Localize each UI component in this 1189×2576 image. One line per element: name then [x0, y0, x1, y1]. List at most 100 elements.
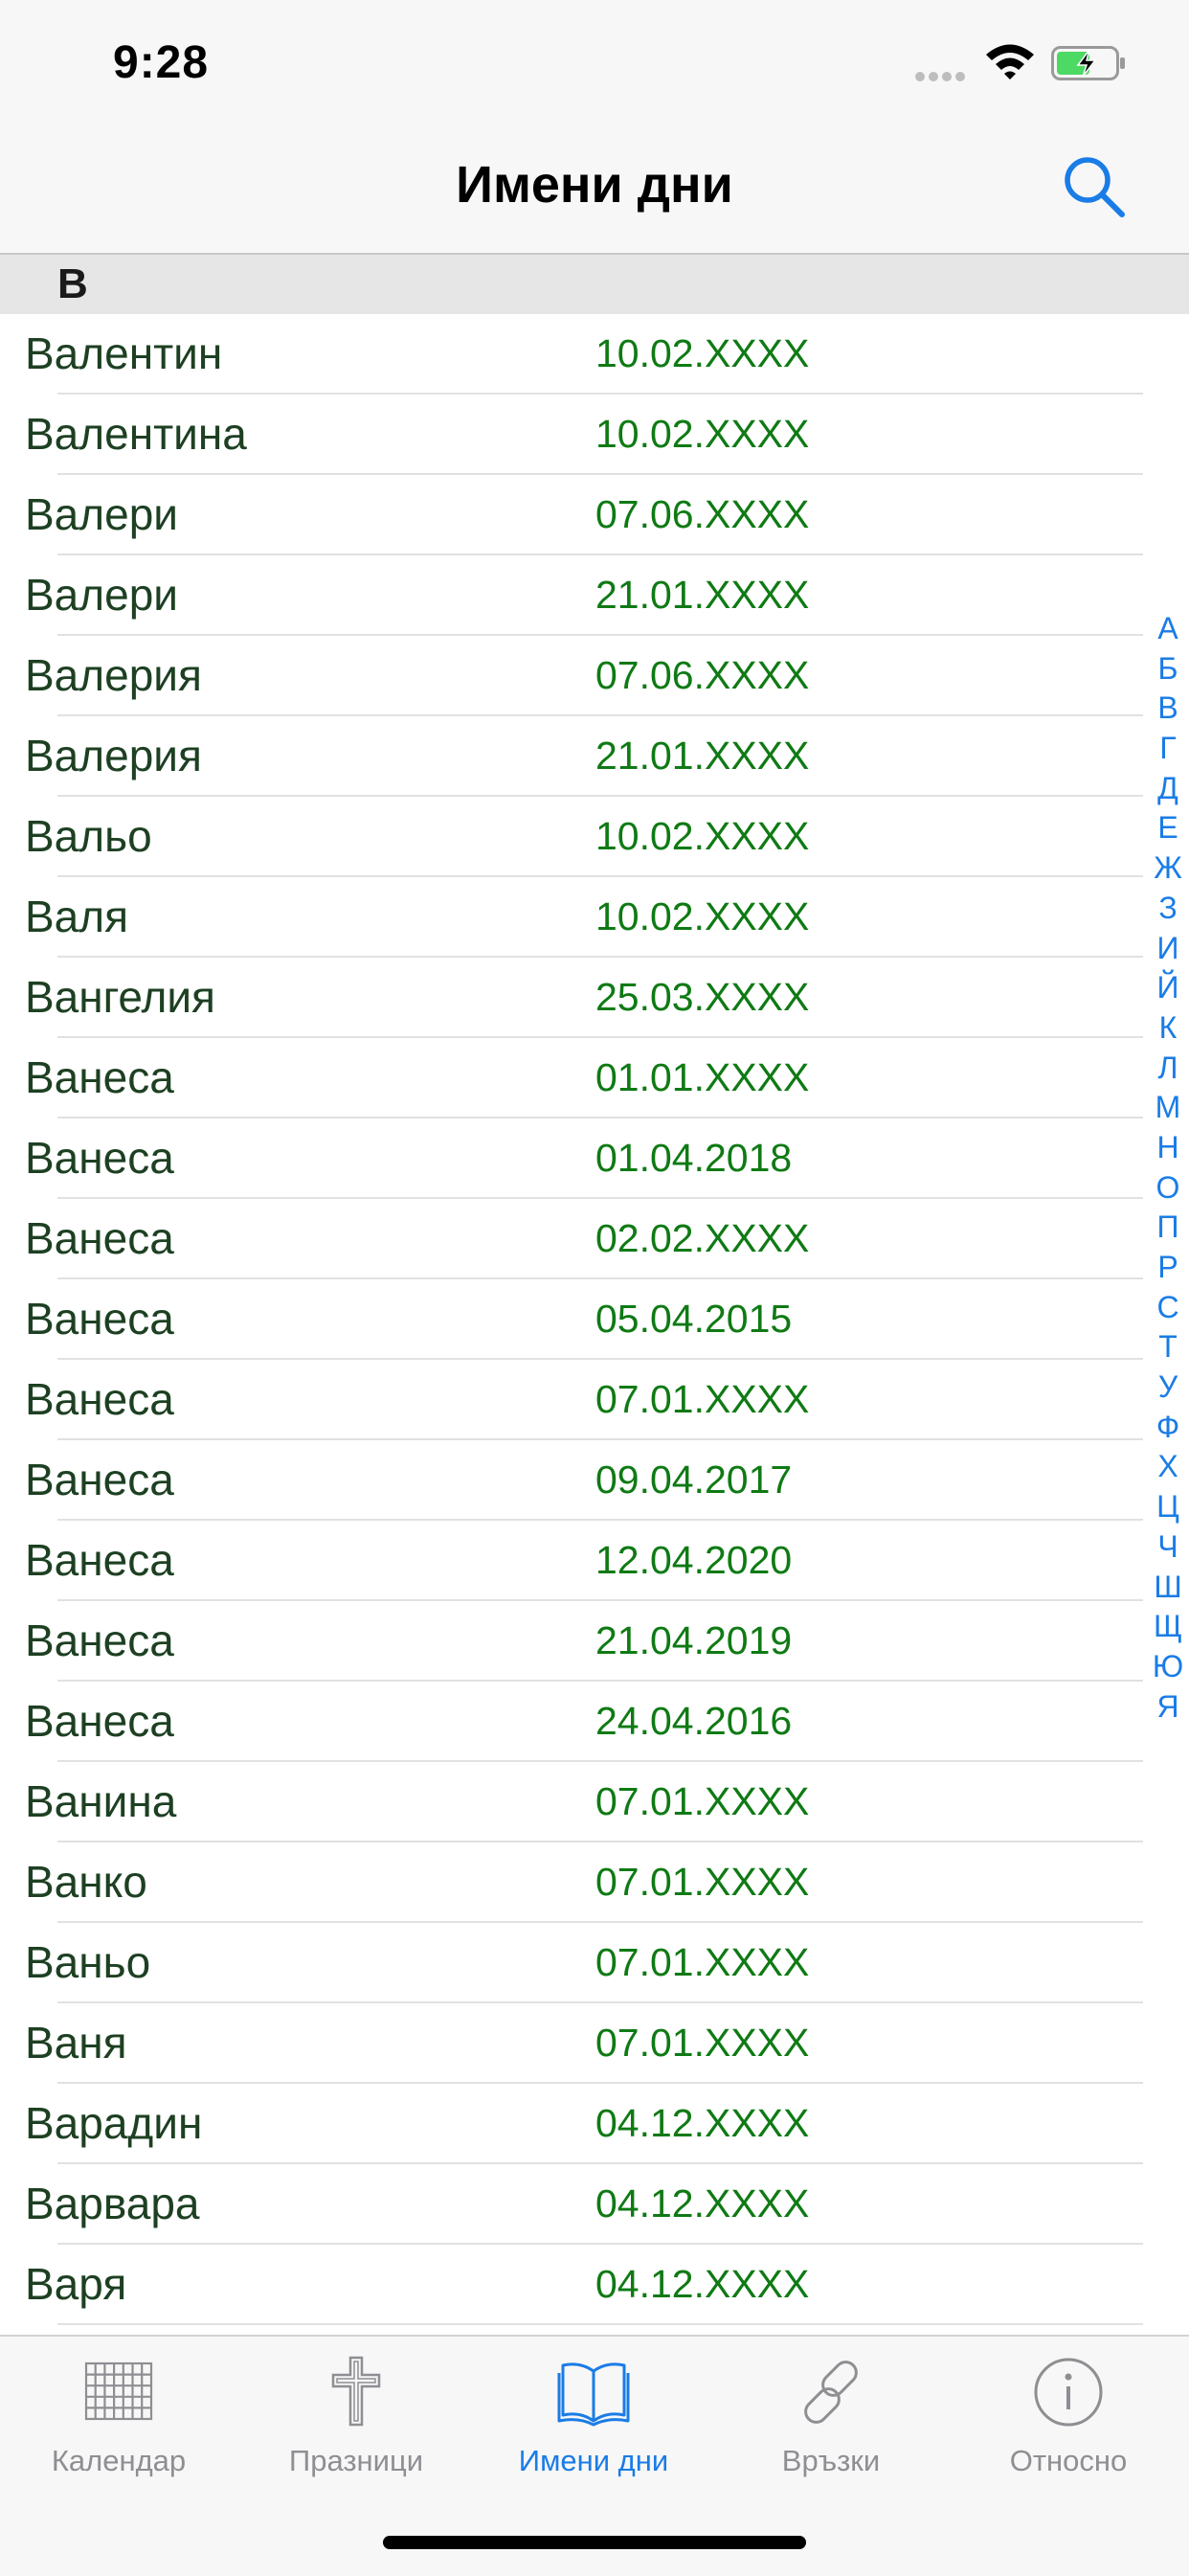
entry-date: 07.01.XXXX [595, 1940, 810, 1984]
entry-name: Ваня [25, 2018, 127, 2068]
list-item[interactable]: Ванко 07.01.XXXX [0, 1842, 1189, 1923]
list-item[interactable]: Ванеса 12.04.2020 [0, 1521, 1189, 1601]
index-letter[interactable]: Ч [1149, 1527, 1187, 1568]
page-title: Имени дни [456, 156, 733, 214]
list-item[interactable]: Варя 04.12.XXXX [0, 2245, 1189, 2325]
index-letter[interactable]: П [1149, 1208, 1187, 1248]
entry-name: Варадин [25, 2098, 203, 2148]
list-item[interactable]: Валери 21.01.XXXX [0, 555, 1189, 636]
tab-holidays[interactable]: Празници [237, 2354, 475, 2507]
entry-name: Ваньо [25, 1937, 151, 1987]
index-letter[interactable]: Й [1149, 968, 1187, 1008]
entry-date: 07.01.XXXX [595, 2021, 810, 2065]
index-letter[interactable]: Б [1149, 649, 1187, 689]
calendar-grid-icon [84, 2361, 153, 2421]
entry-date: 24.04.2016 [595, 1699, 793, 1743]
entry-name: Ванеса [25, 1616, 174, 1665]
index-letter[interactable]: М [1149, 1088, 1187, 1128]
list-item[interactable]: Валерия 21.01.XXXX [0, 716, 1189, 797]
entry-date: 21.04.2019 [595, 1618, 793, 1662]
entry-name: Вангелия [25, 972, 215, 1022]
list-item[interactable]: Валя 10.02.XXXX [0, 877, 1189, 958]
entry-name: Валентин [25, 328, 223, 378]
tab-namedays[interactable]: Имени дни [475, 2354, 712, 2507]
entry-date: 07.01.XXXX [595, 1377, 810, 1421]
list-item[interactable]: Ванеса 24.04.2016 [0, 1682, 1189, 1762]
list-item[interactable]: Ванеса 21.04.2019 [0, 1601, 1189, 1682]
list-item[interactable]: Валерия 07.06.XXXX [0, 636, 1189, 716]
list-item[interactable]: Ванеса 01.04.2018 [0, 1119, 1189, 1199]
index-letter[interactable]: Д [1149, 769, 1187, 809]
index-letter[interactable]: А [1149, 609, 1187, 649]
index-letter[interactable]: Ш [1149, 1568, 1187, 1608]
entry-date: 01.04.2018 [595, 1136, 793, 1180]
index-letter[interactable]: Ж [1149, 848, 1187, 889]
list-item[interactable]: Ванеса 02.02.XXXX [0, 1199, 1189, 1279]
entry-date: 10.02.XXXX [595, 412, 810, 456]
entry-name: Ванеса [25, 1374, 174, 1424]
entry-date: 10.02.XXXX [595, 894, 810, 938]
tab-about[interactable]: Относно [950, 2354, 1187, 2507]
section-header: В [0, 255, 1189, 314]
list-item[interactable]: Ванеса 09.04.2017 [0, 1440, 1189, 1521]
index-letter[interactable]: Р [1149, 1248, 1187, 1288]
entry-date: 07.01.XXXX [595, 1860, 810, 1904]
search-icon[interactable] [1061, 153, 1128, 220]
index-letter[interactable]: К [1149, 1008, 1187, 1049]
list-item[interactable]: Валери 07.06.XXXX [0, 475, 1189, 555]
list-item[interactable]: Валентин 10.02.XXXX [0, 314, 1189, 395]
index-letter[interactable]: Щ [1149, 1607, 1187, 1647]
battery-charging-icon [1051, 46, 1125, 80]
entry-name: Валери [25, 570, 178, 620]
list-item[interactable]: Вангелия 25.03.XXXX [0, 958, 1189, 1038]
list-item[interactable]: Валентина 10.02.XXXX [0, 395, 1189, 475]
list-item[interactable]: Вальо 10.02.XXXX [0, 797, 1189, 877]
tab-label-about: Относно [1009, 2444, 1128, 2477]
index-letter[interactable]: Н [1149, 1128, 1187, 1168]
list-item[interactable]: Варадин 04.12.XXXX [0, 2084, 1189, 2164]
entry-date: 21.01.XXXX [595, 734, 810, 778]
list-item[interactable]: Ванеса 01.01.XXXX [0, 1038, 1189, 1119]
index-letter[interactable]: З [1149, 889, 1187, 929]
list-item[interactable]: Ванеса 05.04.2015 [0, 1279, 1189, 1360]
entry-date: 07.06.XXXX [595, 492, 810, 536]
entry-date: 04.12.XXXX [595, 2181, 810, 2226]
entry-name: Ванеса [25, 1213, 174, 1263]
index-letter[interactable]: С [1149, 1288, 1187, 1328]
index-letter[interactable]: Ф [1149, 1408, 1187, 1448]
entry-date: 10.02.XXXX [595, 814, 810, 858]
index-letter[interactable]: Т [1149, 1327, 1187, 1367]
entry-name: Вальо [25, 811, 152, 861]
list-item[interactable]: Ваня 07.01.XXXX [0, 2003, 1189, 2084]
index-letter[interactable]: Е [1149, 808, 1187, 848]
index-letter[interactable]: Ю [1149, 1647, 1187, 1687]
index-letter[interactable]: Я [1149, 1687, 1187, 1728]
entry-name: Ванеса [25, 1455, 174, 1504]
list-item[interactable]: Ванеса 07.01.XXXX [0, 1360, 1189, 1440]
tab-calendar[interactable]: Календар [0, 2354, 237, 2507]
alphabet-index[interactable]: АБВГДЕЖЗИЙКЛМНОПРСТУФХЦЧШЩЮЯ [1149, 609, 1187, 1727]
entry-date: 07.06.XXXX [595, 653, 810, 697]
list-item[interactable]: Ванина 07.01.XXXX [0, 1762, 1189, 1842]
list-item[interactable]: Варвара 04.12.XXXX [0, 2164, 1189, 2245]
index-letter[interactable]: Л [1149, 1049, 1187, 1089]
list-item[interactable]: Ваньо 07.01.XXXX [0, 1923, 1189, 2003]
entry-date: 04.12.XXXX [595, 2101, 810, 2145]
name-day-list[interactable]: Валентин 10.02.XXXX Валентина 10.02.XXXX Вал… [0, 314, 1189, 2335]
entry-date: 07.01.XXXX [595, 1779, 810, 1823]
tab-links[interactable]: Връзки [712, 2354, 950, 2507]
entry-name: Валя [25, 892, 129, 941]
open-book-icon [557, 2362, 630, 2427]
index-letter[interactable]: Г [1149, 729, 1187, 769]
entry-name: Валери [25, 489, 178, 539]
index-letter[interactable]: О [1149, 1168, 1187, 1209]
index-letter[interactable]: И [1149, 929, 1187, 969]
index-letter[interactable]: В [1149, 689, 1187, 729]
status-time: 9:28 [113, 37, 210, 88]
tab-label-links: Връзки [781, 2444, 881, 2477]
entry-date: 21.01.XXXX [595, 573, 810, 617]
index-letter[interactable]: Ц [1149, 1487, 1187, 1527]
index-letter[interactable]: Х [1149, 1447, 1187, 1487]
entry-name: Ванеса [25, 1696, 174, 1746]
index-letter[interactable]: У [1149, 1367, 1187, 1408]
